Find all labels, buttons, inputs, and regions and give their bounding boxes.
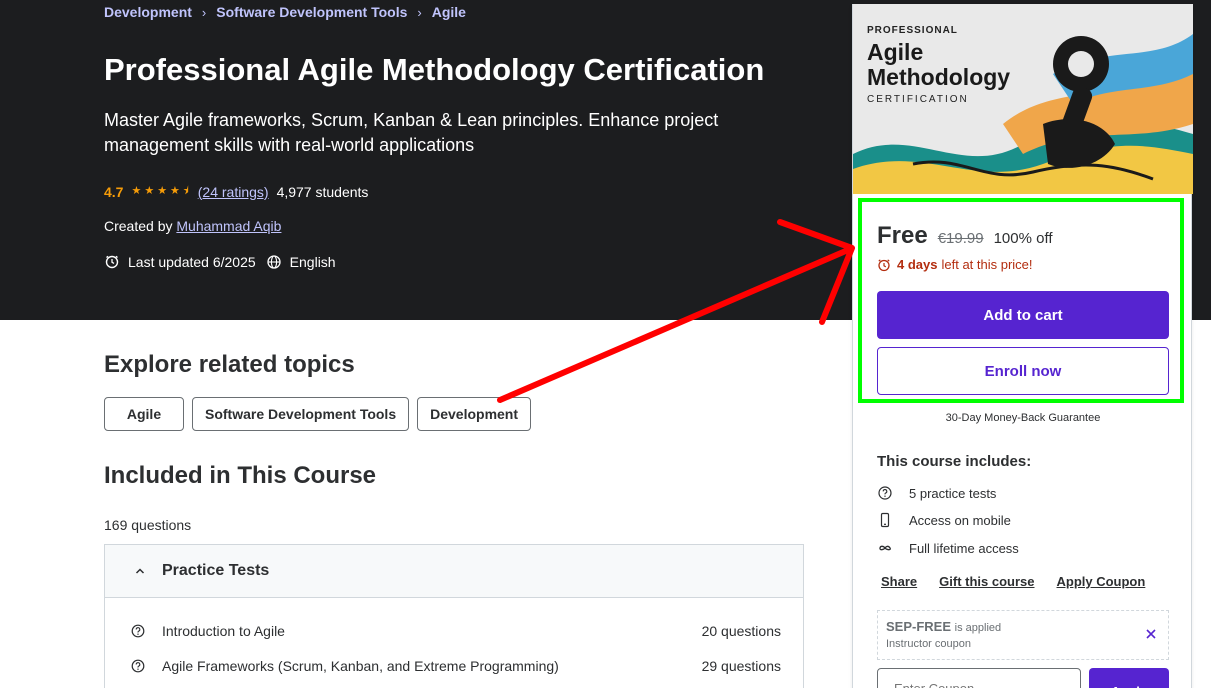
question-circle-icon — [877, 485, 893, 501]
breadcrumb-item-development[interactable]: Development — [104, 4, 192, 20]
lesson-name: Introduction to Agile — [162, 623, 285, 639]
included-title: Included in This Course — [104, 462, 377, 489]
course-subtitle: Master Agile frameworks, Scrum, Kanban &… — [104, 110, 719, 155]
star-rating-icon: ★★★★⯨ — [131, 185, 192, 197]
alert-clock-icon — [104, 254, 120, 270]
chevron-right-icon: › — [201, 4, 207, 20]
lesson-name: Agile Frameworks (Scrum, Kanban, and Ext… — [162, 658, 559, 674]
timer-text: left at this price! — [941, 257, 1033, 272]
rating-score: 4.7 — [104, 183, 124, 200]
students-count: 4,977 students — [276, 183, 369, 200]
course-meta: Last updated 6/2025 English — [104, 254, 336, 270]
related-topics: Agile Software Development Tools Develop… — [104, 397, 532, 431]
money-back-guarantee: 30-Day Money-Back Guarantee — [945, 412, 1101, 424]
question-circle-icon — [131, 659, 145, 673]
sidebar-links: Share Gift this course Apply Coupon — [881, 574, 1145, 589]
gift-course-link[interactable]: Gift this course — [939, 574, 1034, 589]
practice-tests-list: Introduction to Agile 20 questions Agile… — [104, 597, 804, 688]
course-language: English — [289, 254, 336, 270]
enroll-now-button[interactable]: Enroll now — [877, 347, 1169, 395]
list-item[interactable]: Introduction to Agile 20 questions — [131, 623, 781, 639]
questions-count: 169 questions — [104, 517, 192, 533]
coupon-code-line: SEP-FREE is applied — [886, 619, 1001, 634]
include-label: 5 practice tests — [909, 485, 997, 501]
chevron-up-icon — [133, 564, 147, 578]
topic-button-development[interactable]: Development — [417, 397, 532, 431]
ratings-count-link[interactable]: (24 ratings) — [198, 184, 269, 200]
section-title: Practice Tests — [162, 562, 270, 579]
list-item[interactable]: Agile Frameworks (Scrum, Kanban, and Ext… — [131, 658, 781, 674]
globe-icon — [266, 254, 282, 270]
price-timer: 4 days left at this price! — [877, 257, 1033, 272]
breadcrumb: Development › Software Development Tools… — [104, 4, 466, 20]
created-by: Created by Muhammad Aqib — [104, 218, 281, 234]
applied-coupon: SEP-FREE is applied Instructor coupon — [877, 610, 1169, 660]
apply-coupon-button[interactable]: Apply — [1089, 668, 1169, 688]
related-topics-title: Explore related topics — [104, 351, 355, 378]
coupon-applied-text: is applied — [954, 622, 1002, 634]
timer-days: 4 days — [897, 257, 938, 272]
price-row: Free €19.99 100% off — [877, 222, 1053, 250]
remove-coupon-close-icon[interactable] — [1144, 627, 1158, 641]
last-updated: Last updated 6/2025 — [128, 254, 256, 270]
lesson-questions: 20 questions — [701, 623, 781, 639]
alarm-clock-icon — [877, 258, 891, 272]
coupon-code: SEP-FREE — [886, 619, 952, 634]
include-item-lifetime: Full lifetime access — [877, 540, 1019, 556]
thumbnail-line1: PROFESSIONAL — [867, 25, 958, 36]
purchase-sidebar: PROFESSIONAL Agile Methodology CERTIFICA… — [852, 4, 1193, 688]
topic-button-software-development-tools[interactable]: Software Development Tools — [192, 397, 410, 431]
include-label: Access on mobile — [909, 512, 1011, 528]
breadcrumb-item-software-development-tools[interactable]: Software Development Tools — [216, 4, 407, 20]
coupon-input[interactable] — [877, 668, 1081, 688]
mobile-icon — [877, 512, 893, 528]
question-circle-icon — [131, 624, 145, 638]
course-thumbnail[interactable]: PROFESSIONAL Agile Methodology CERTIFICA… — [853, 4, 1193, 194]
discount-percent: 100% off — [993, 230, 1053, 247]
add-to-cart-button[interactable]: Add to cart — [877, 291, 1169, 339]
course-title: Professional Agile Methodology Certifica… — [104, 52, 765, 87]
thumbnail-line4: CERTIFICATION — [867, 94, 969, 105]
include-label: Full lifetime access — [909, 540, 1019, 556]
apply-coupon-link[interactable]: Apply Coupon — [1057, 574, 1146, 589]
author-link[interactable]: Muhammad Aqib — [176, 218, 281, 234]
include-item-practice-tests: 5 practice tests — [877, 485, 996, 501]
topic-button-agile[interactable]: Agile — [104, 397, 184, 431]
practice-tests-accordion[interactable]: Practice Tests — [104, 544, 804, 598]
created-by-label: Created by — [104, 218, 173, 234]
rating-row: 4.7 ★★★★⯨ (24 ratings) 4,977 students — [104, 182, 368, 201]
include-item-mobile: Access on mobile — [877, 512, 1011, 528]
thumbnail-title: Agile Methodology — [867, 40, 1010, 90]
chevron-right-icon: › — [417, 4, 422, 20]
infinity-icon — [877, 540, 893, 556]
thumbnail-line3: Methodology — [867, 64, 1011, 90]
breadcrumb-item-agile[interactable]: Agile — [432, 4, 466, 20]
thumbnail-line2: Agile — [867, 39, 924, 65]
includes-title: This course includes: — [877, 453, 1032, 470]
share-link[interactable]: Share — [881, 574, 917, 589]
coupon-type: Instructor coupon — [886, 638, 971, 650]
original-price: €19.99 — [937, 230, 984, 247]
lesson-questions: 29 questions — [701, 658, 781, 674]
current-price: Free — [877, 222, 928, 249]
